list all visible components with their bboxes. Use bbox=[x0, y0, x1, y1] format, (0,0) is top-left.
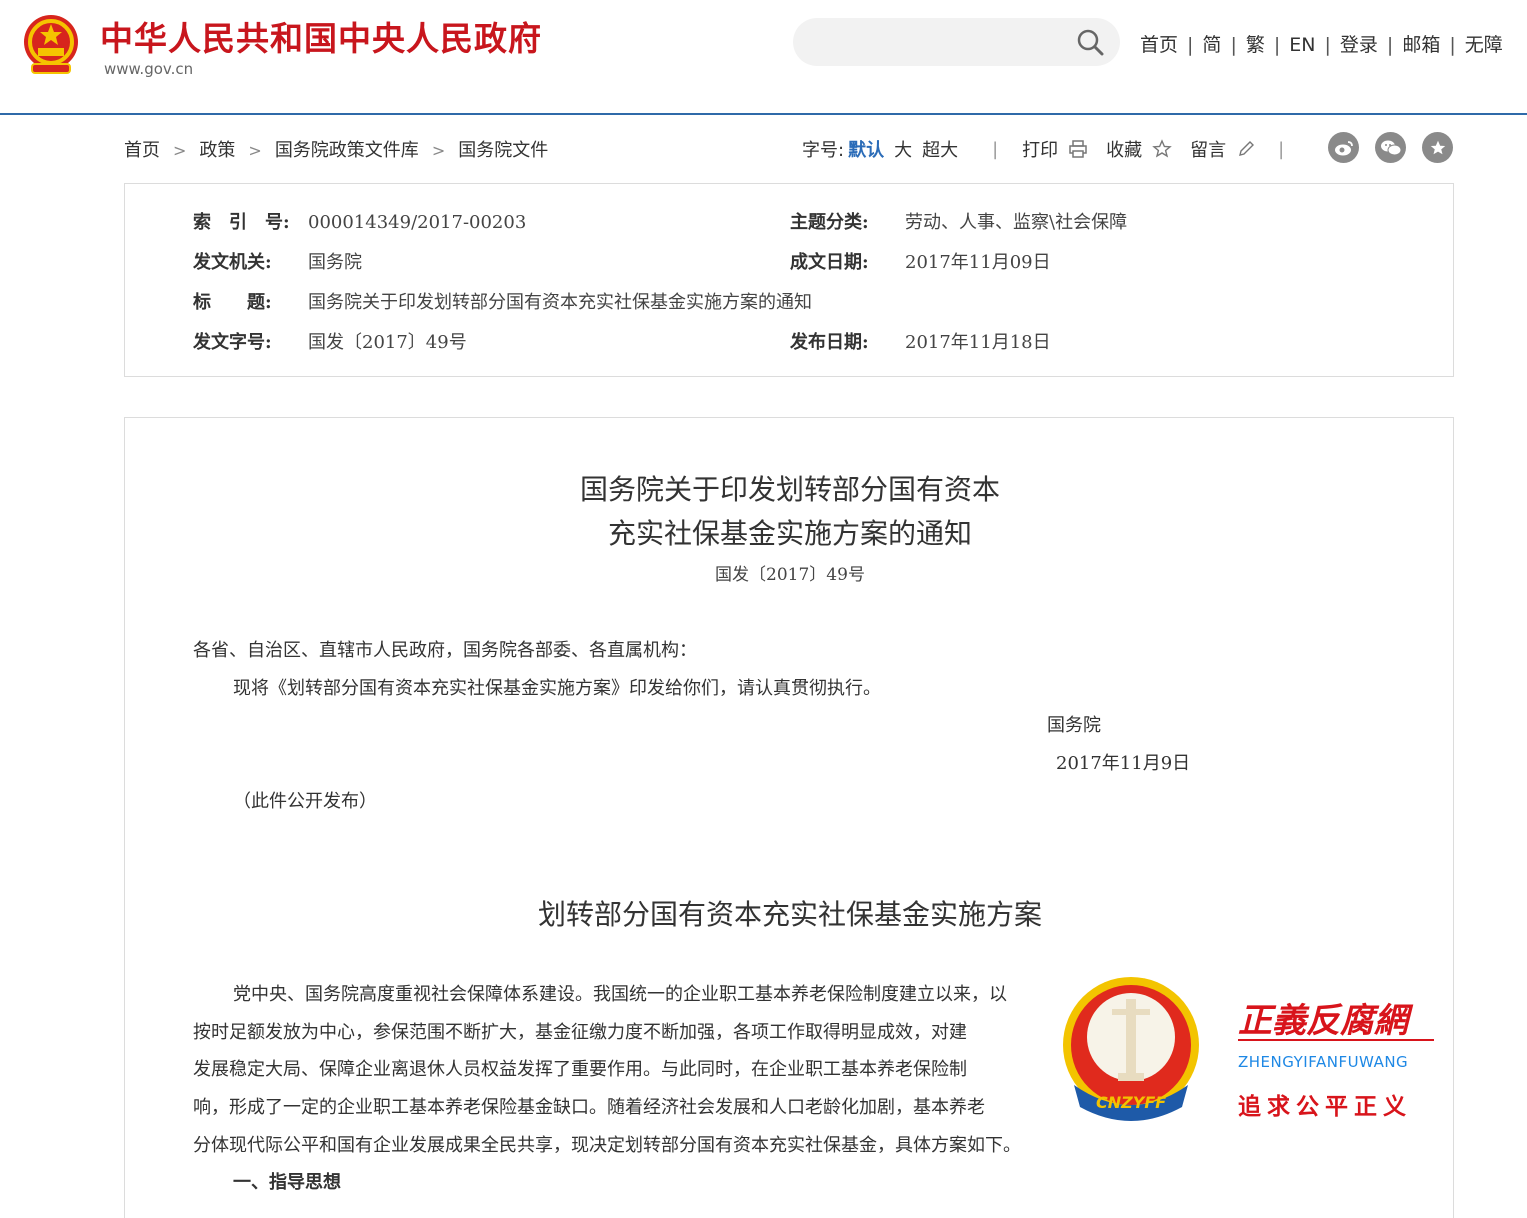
site-title[interactable]: 中华人民共和国中央人民政府 bbox=[100, 12, 542, 60]
meta-written-date: 成文日期: 2017年11月09日 bbox=[790, 248, 1051, 274]
breadcrumb-policy-library[interactable]: 国务院政策文件库 bbox=[275, 140, 419, 161]
signing-date: 2017年11月9日 bbox=[1056, 753, 1191, 774]
nav-mailbox[interactable]: 邮箱 bbox=[1402, 34, 1440, 56]
nav-divider: | bbox=[1324, 34, 1331, 56]
meta-published-date: 发布日期: 2017年11月18日 bbox=[790, 328, 1051, 354]
page-tools: 字号: 默认 大 超大 | 打印 收藏 留言 | bbox=[802, 136, 1308, 162]
wechat-icon[interactable] bbox=[1375, 132, 1406, 163]
nav-divider: | bbox=[1230, 34, 1237, 56]
weibo-icon[interactable] bbox=[1328, 132, 1359, 163]
meta-doc-number: 发文字号: 国发〔2017〕49号 bbox=[193, 328, 467, 354]
nav-traditional[interactable]: 繁 bbox=[1246, 34, 1265, 56]
search-icon[interactable] bbox=[1076, 28, 1104, 56]
plan-line: 响，形成了一定的企业职工基本养老保险基金缺口。随着经济社会发展和人口老龄化加剧，… bbox=[193, 1097, 985, 1118]
watermark-title: 正義反腐網 bbox=[1238, 1001, 1408, 1041]
nav-accessibility[interactable]: 无障 bbox=[1465, 34, 1503, 56]
chevron-right-icon: > bbox=[173, 141, 187, 160]
star-icon[interactable] bbox=[1152, 139, 1172, 159]
site-header: 中华人民共和国中央人民政府 www.gov.cn 首页 | 简 | 繁 | EN | 登录 | 邮箱… bbox=[0, 0, 1527, 115]
meta-index-value: 000014349/2017-00203 bbox=[308, 212, 527, 233]
plan-line: 党中央、国务院高度重视社会保障体系建设。我国统一的企业职工基本养老保险制度建立以… bbox=[233, 984, 1007, 1005]
plan-title: 划转部分国有资本充实社保基金实施方案 bbox=[537, 898, 1042, 931]
meta-docno-value: 国发〔2017〕49号 bbox=[308, 332, 467, 353]
meta-issuer-value: 国务院 bbox=[308, 252, 362, 273]
nav-divider: | bbox=[1273, 34, 1281, 56]
breadcrumb-home[interactable]: 首页 bbox=[124, 140, 160, 161]
watermark-pinyin: ZHENGYIFANFUWANG bbox=[1238, 1053, 1409, 1071]
meta-published-value: 2017年11月18日 bbox=[905, 332, 1051, 353]
breadcrumb: 首页 > 政策 > 国务院政策文件库 > 国务院文件 bbox=[124, 136, 548, 162]
meta-title: 标 题: 国务院关于印发划转部分国有资本充实社保基金实施方案的通知 bbox=[193, 288, 812, 314]
breadcrumb-state-council-docs[interactable]: 国务院文件 bbox=[458, 140, 548, 161]
tools-divider: | bbox=[992, 138, 999, 160]
plan-line: 按时足额发放为中心，参保范围不断扩大，基金征缴力度不断加强，各项工作取得明显成效… bbox=[193, 1022, 967, 1043]
font-size-default[interactable]: 默认 bbox=[848, 136, 884, 162]
tools-divider: | bbox=[1278, 138, 1285, 160]
meta-published-label: 发布日期: bbox=[790, 332, 869, 353]
search-input[interactable] bbox=[813, 28, 1067, 58]
meta-topic: 主题分类: 劳动、人事、监察\社会保障 bbox=[790, 208, 1127, 234]
document-number: 国发〔2017〕49号 bbox=[715, 565, 865, 585]
plan-line: 发展稳定大局、保障企业离退休人员权益发挥了重要作用。与此同时，在企业职工基本养老… bbox=[193, 1059, 967, 1080]
document-title-line-2: 充实社保基金实施方案的通知 bbox=[607, 517, 972, 550]
watermark-divider bbox=[1238, 1039, 1434, 1041]
watermark-logo: CNZYFF 正義反腐網 ZHENGYIFANFUWANG 追求公平正义 bbox=[1056, 975, 1446, 1130]
nav-divider: | bbox=[1187, 34, 1194, 56]
chevron-right-icon: > bbox=[431, 141, 446, 160]
star-favorite-icon[interactable] bbox=[1422, 132, 1453, 163]
nav-home[interactable]: 首页 bbox=[1140, 34, 1178, 56]
body-paragraph: 现将《划转部分国有资本充实社保基金实施方案》印发给你们，请认真贯彻执行。 bbox=[233, 678, 881, 699]
plan-line: 分体现代际公平和国有企业发展成果全民共享，现决定划转部分国有资本充实社保基金，具… bbox=[193, 1135, 1021, 1156]
meta-written-label: 成文日期: bbox=[790, 252, 869, 273]
pencil-icon[interactable] bbox=[1236, 139, 1256, 159]
salutation: 各省、自治区、直辖市人民政府，国务院各部委、各直属机构： bbox=[193, 640, 697, 661]
nav-divider: | bbox=[1386, 34, 1394, 56]
public-note: （此件公开发布） bbox=[233, 791, 377, 812]
site-url: www.gov.cn bbox=[104, 60, 194, 78]
font-size-xlarge[interactable]: 超大 bbox=[922, 136, 958, 162]
font-size-large[interactable]: 大 bbox=[894, 136, 912, 162]
chevron-right-icon: > bbox=[248, 141, 262, 160]
meta-written-value: 2017年11月09日 bbox=[905, 252, 1051, 273]
meta-topic-label: 主题分类: bbox=[790, 212, 869, 233]
nav-divider: | bbox=[1449, 34, 1456, 56]
nav-simplified[interactable]: 简 bbox=[1202, 34, 1221, 56]
print-button[interactable]: 打印 bbox=[1022, 136, 1058, 162]
comment-button[interactable]: 留言 bbox=[1190, 136, 1226, 162]
meta-title-value: 国务院关于印发划转部分国有资本充实社保基金实施方案的通知 bbox=[308, 292, 812, 313]
signature: 国务院 bbox=[1047, 715, 1101, 736]
meta-index-label: 索 引 号: bbox=[193, 212, 290, 233]
favorite-button[interactable]: 收藏 bbox=[1106, 136, 1142, 162]
nav-login[interactable]: 登录 bbox=[1340, 34, 1378, 56]
search-box bbox=[793, 18, 1120, 66]
meta-index: 索 引 号: 000014349/2017-00203 bbox=[193, 208, 526, 234]
share-buttons bbox=[1328, 132, 1453, 163]
meta-issuer: 发文机关: 国务院 bbox=[193, 248, 362, 274]
meta-title-label: 标 题: bbox=[193, 292, 272, 313]
meta-issuer-label: 发文机关: bbox=[193, 252, 272, 273]
nav-english[interactable]: EN bbox=[1289, 34, 1315, 56]
document-metadata: 索 引 号: 000014349/2017-00203 主题分类: 劳动、人事、监察… bbox=[124, 183, 1454, 377]
section-heading: 一、指导思想 bbox=[233, 1172, 341, 1193]
watermark-badge-text: CNZYFF bbox=[1096, 1093, 1167, 1112]
meta-docno-label: 发文字号: bbox=[193, 332, 272, 353]
national-emblem-icon[interactable] bbox=[20, 12, 82, 78]
printer-icon[interactable] bbox=[1068, 139, 1088, 159]
document-title-line-1: 国务院关于印发划转部分国有资本 bbox=[579, 473, 1000, 506]
meta-topic-value: 劳动、人事、监察\社会保障 bbox=[905, 212, 1128, 233]
top-nav: 首页 | 简 | 繁 | EN | 登录 | 邮箱 | 无障 bbox=[1140, 30, 1503, 57]
font-size-label: 字号: bbox=[802, 140, 845, 161]
watermark-slogan: 追求公平正义 bbox=[1238, 1094, 1412, 1120]
crumb-toolbar: 首页 > 政策 > 国务院政策文件库 > 国务院文件 字号: 默认 大 超大 | 打印 收藏… bbox=[124, 132, 1454, 164]
breadcrumb-policy[interactable]: 政策 bbox=[199, 140, 235, 161]
